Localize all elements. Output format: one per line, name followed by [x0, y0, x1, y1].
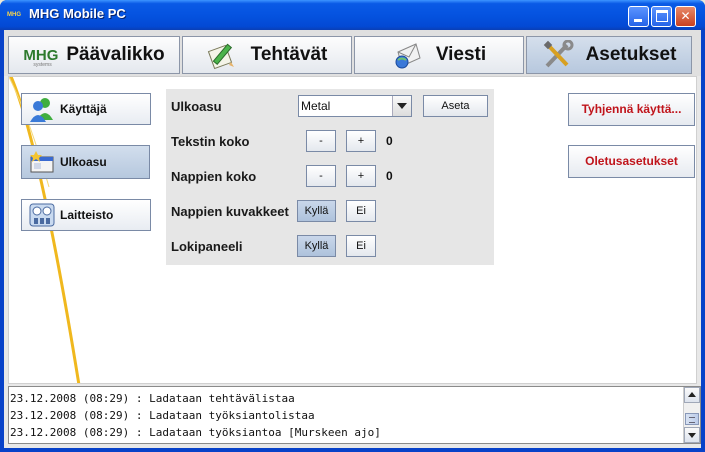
text-size-value: 0 [386, 134, 393, 148]
main-tab-bar: MHG systems Päävalikko Tehtävät Viesti A… [4, 30, 701, 76]
button-size-decrease-button[interactable]: - [306, 165, 336, 187]
appearance-label: Ulkoasu [171, 99, 222, 114]
mhg-logo-icon: MHG systems [23, 47, 58, 68]
log-entry: 23.12.2008 (08:29) : Ladataan tehtävälis… [10, 392, 295, 405]
chevron-down-icon[interactable] [392, 96, 411, 116]
button-size-value: 0 [386, 169, 393, 183]
maximize-icon [656, 10, 668, 22]
button-size-increase-button[interactable]: + [346, 165, 376, 187]
window-title: MHG Mobile PC [29, 6, 126, 21]
clear-users-button[interactable]: Tyhjennä käyttä... [568, 93, 695, 126]
sidebar-item-hardware[interactable]: Laitteisto [21, 199, 151, 231]
hardware-icon [28, 202, 56, 228]
scroll-up-arrow-icon[interactable] [684, 387, 700, 403]
tab-label: Viesti [435, 44, 487, 65]
tab-label: Tehtävät [250, 44, 328, 65]
log-scrollbar[interactable] [683, 387, 700, 443]
sidebar-item-appearance[interactable]: Ulkoasu [21, 145, 150, 179]
log-entry: 23.12.2008 (08:29) : Ladataan työksianto… [10, 409, 315, 422]
close-icon: ✕ [680, 9, 691, 23]
log-panel-no-button[interactable]: Ei [346, 235, 376, 257]
scroll-down-arrow-icon[interactable] [684, 427, 700, 443]
apply-appearance-button[interactable]: Aseta [423, 95, 488, 117]
tools-icon [542, 39, 574, 70]
sidebar-item-label: Käyttäjä [60, 102, 107, 116]
log-panel[interactable]: 23.12.2008 (08:29) : Ladataan tehtävälis… [8, 386, 701, 444]
log-panel-yes-button[interactable]: Kyllä [297, 235, 336, 257]
appearance-select[interactable]: Metal [298, 95, 412, 117]
button-icons-label: Nappien kuvakkeet [171, 204, 289, 219]
tab-tasks[interactable]: Tehtävät [182, 36, 352, 74]
settings-panel: Käyttäjä Ulkoasu Laitteisto Ulkoasu Meta… [8, 76, 697, 384]
button-size-label: Nappien koko [171, 169, 257, 184]
button-icons-yes-button[interactable]: Kyllä [297, 200, 336, 222]
sidebar-item-label: Ulkoasu [60, 155, 107, 169]
users-icon [28, 96, 56, 122]
scroll-thumb[interactable] [685, 413, 699, 425]
sidebar-item-users[interactable]: Käyttäjä [21, 93, 151, 125]
text-size-decrease-button[interactable]: - [306, 130, 336, 152]
log-panel-label: Lokipaneeli [171, 239, 243, 254]
tab-main-menu[interactable]: MHG systems Päävalikko [8, 36, 180, 74]
tab-message[interactable]: Viesti [354, 36, 524, 74]
client-area: MHG systems Päävalikko Tehtävät Viesti A… [4, 30, 701, 448]
sidebar-item-label: Laitteisto [60, 208, 114, 222]
appearance-settings-group: Ulkoasu Metal Aseta Tekstin koko - + 0 N… [166, 89, 494, 265]
app-window: MHG MHG Mobile PC ✕ MHG systems Päävalikk… [0, 0, 705, 452]
minimize-icon [634, 19, 642, 22]
app-logo-icon: MHG [7, 12, 21, 18]
mhg-logo-sub: systems [33, 61, 52, 68]
minimize-button[interactable] [628, 6, 649, 27]
appearance-select-value: Metal [301, 99, 331, 113]
reset-defaults-button[interactable]: Oletusasetukset [568, 145, 695, 178]
tab-settings[interactable]: Asetukset [526, 36, 692, 74]
button-icons-no-button[interactable]: Ei [346, 200, 376, 222]
envelope-globe-icon [392, 40, 424, 70]
tab-label: Päävalikko [66, 44, 165, 65]
text-size-increase-button[interactable]: + [346, 130, 376, 152]
tab-label: Asetukset [585, 44, 677, 65]
close-button[interactable]: ✕ [675, 6, 696, 27]
log-entry: 23.12.2008 (08:29) : Ladataan työksianto… [10, 426, 381, 439]
title-bar[interactable]: MHG MHG Mobile PC ✕ [0, 0, 705, 30]
maximize-button[interactable] [651, 6, 672, 27]
pencil-clipboard-icon [207, 40, 239, 70]
appearance-icon [28, 149, 56, 175]
text-size-label: Tekstin koko [171, 134, 250, 149]
